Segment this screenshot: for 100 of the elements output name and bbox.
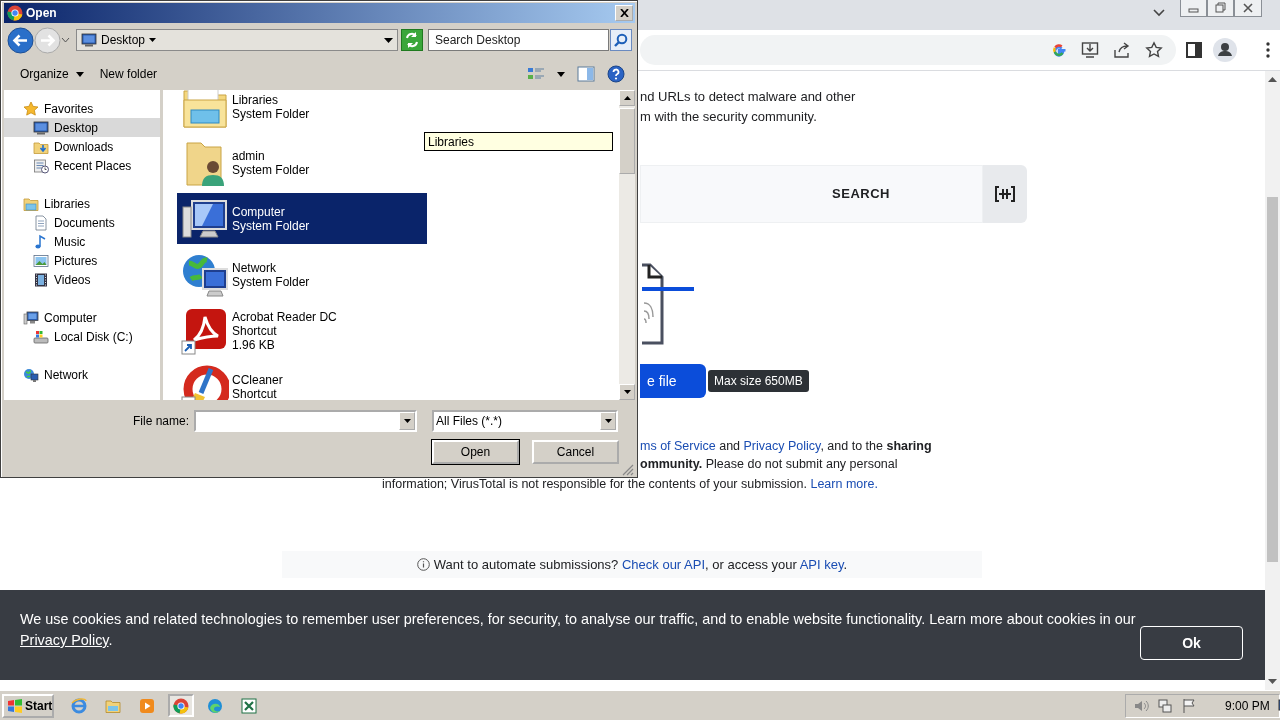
picture-icon xyxy=(33,252,49,269)
drive-icon xyxy=(33,328,49,345)
browser-logo-icon xyxy=(7,5,23,21)
text-link[interactable]: ms of Service xyxy=(640,439,716,453)
avatar-icon[interactable] xyxy=(1213,38,1237,62)
scroll-up-icon xyxy=(1268,76,1277,82)
library-folder-icon xyxy=(23,195,39,212)
info-icon xyxy=(416,558,430,571)
nav-item[interactable]: Local Disk (C:) xyxy=(4,327,160,346)
close-icon[interactable] xyxy=(1234,0,1262,17)
text-link[interactable]: Check our API xyxy=(621,557,706,572)
media-player-icon xyxy=(139,697,155,714)
wave-browser-icon xyxy=(207,697,223,714)
file-item[interactable]: Libraries System Folder xyxy=(177,90,427,132)
caret-icon xyxy=(149,38,157,42)
cancel-button[interactable]: Cancel xyxy=(532,440,619,464)
install-icon[interactable] xyxy=(1081,41,1099,59)
close-button[interactable] xyxy=(615,5,633,21)
nav-item[interactable]: Network xyxy=(4,365,160,384)
share-icon[interactable] xyxy=(1113,41,1131,59)
help-icon[interactable] xyxy=(607,65,625,83)
flag-icon[interactable] xyxy=(1181,697,1197,714)
nav-item[interactable]: Music xyxy=(4,232,160,251)
start-button[interactable]: Start xyxy=(2,693,54,718)
scrollbar[interactable] xyxy=(1265,71,1280,690)
dropdown-arrow-icon xyxy=(604,419,612,423)
pdf-shortcut-icon xyxy=(181,306,229,355)
file-item[interactable]: CCleaner Shortcut xyxy=(177,361,427,400)
toolbar-button[interactable]: New folder xyxy=(91,63,166,85)
field-label: File name: xyxy=(131,414,189,428)
nav-item[interactable]: Favorites xyxy=(4,99,160,118)
nav-item[interactable]: Computer xyxy=(4,308,160,327)
file-name-field[interactable] xyxy=(194,410,417,432)
star-icon[interactable] xyxy=(1145,41,1163,59)
computer-icon xyxy=(23,309,39,326)
search-button[interactable] xyxy=(610,29,632,51)
ok-button[interactable]: Ok xyxy=(1140,626,1243,660)
text-link[interactable]: Learn more. xyxy=(810,477,878,491)
monitor-icon xyxy=(33,119,49,136)
terms-text: information; VirusTotal is not responsible for the contents of your submission. Learn more. xyxy=(382,476,878,493)
network-icon[interactable] xyxy=(1157,697,1173,714)
file-item[interactable]: Computer System Folder xyxy=(177,193,427,244)
resize-grip-icon[interactable] xyxy=(622,464,634,476)
close-icon xyxy=(619,9,629,17)
monitor-icon xyxy=(81,32,97,48)
windows-flag-icon xyxy=(7,698,23,713)
search-tab[interactable]: SEARCH xyxy=(830,181,892,207)
file-type-dropdown[interactable]: All Files (*.*) xyxy=(432,410,618,432)
taskbar-button[interactable] xyxy=(168,694,194,717)
api-text: Want to automate submissions? Check our API, or access your API key. xyxy=(433,557,848,572)
search-field[interactable]: Search Desktop xyxy=(428,29,609,51)
nav-item[interactable]: Videos xyxy=(4,270,160,289)
file-item[interactable]: Acrobat Reader DC Shortcut 1.96 KB xyxy=(177,305,427,356)
restore-icon[interactable] xyxy=(1207,0,1234,17)
nav-item[interactable]: Recent Places xyxy=(4,156,160,175)
clock[interactable]: 9:00 PM xyxy=(1225,698,1270,713)
back-icon[interactable] xyxy=(7,26,34,54)
upload-button[interactable]: e file xyxy=(640,364,706,398)
dropdown-arrow-icon[interactable] xyxy=(384,37,393,43)
view-icon[interactable] xyxy=(527,66,545,82)
preview-pane-icon[interactable] xyxy=(577,66,595,82)
text-link[interactable]: Privacy Policy xyxy=(20,632,109,648)
body-text: m with the security community. xyxy=(640,108,817,126)
scroll-thumb[interactable] xyxy=(619,108,635,174)
nav-item[interactable]: Documents xyxy=(4,213,160,232)
address-bar[interactable]: Desktop xyxy=(76,29,398,51)
menu-icon[interactable] xyxy=(1266,42,1270,58)
spreadsheet-icon xyxy=(241,697,257,714)
open-button[interactable]: Open xyxy=(432,440,519,464)
scroll-down-icon xyxy=(1268,679,1277,685)
nav-item[interactable]: Desktop xyxy=(4,118,160,137)
nav-item[interactable]: Libraries xyxy=(4,194,160,213)
text-link[interactable]: API key xyxy=(799,557,844,572)
menu-button[interactable]: Organize xyxy=(12,63,92,85)
window-title: Open xyxy=(26,6,58,20)
scrollbar[interactable] xyxy=(619,90,635,400)
folder-icon xyxy=(105,697,121,714)
search-icon xyxy=(614,33,628,47)
nav-item[interactable]: Downloads xyxy=(4,137,160,156)
file-item[interactable]: Network System Folder xyxy=(177,249,427,300)
dropdown-arrow-icon xyxy=(403,419,411,423)
globe-monitor-icon xyxy=(23,366,39,383)
web-browser-icon xyxy=(71,697,87,714)
nav-item[interactable]: Pictures xyxy=(4,251,160,270)
g-logo-icon[interactable] xyxy=(1051,42,1067,58)
document-clock-icon xyxy=(33,157,49,174)
chevron-down-icon[interactable] xyxy=(1153,9,1165,17)
intelligence-button[interactable] xyxy=(983,165,1027,223)
size-tooltip: Max size 650MB xyxy=(708,370,809,392)
terms-text: ms of Service and Privacy Policy, and to the sharing xyxy=(640,438,932,455)
scroll-thumb[interactable] xyxy=(1267,197,1278,562)
cookie-text: We use cookies and related technologies to remember user preferences, for security, to analyse our traffic, and to enable website functionality. Learn more about cookies in our xyxy=(20,610,1137,629)
bracket-icon xyxy=(992,183,1018,205)
file-item[interactable]: admin System Folder xyxy=(177,137,427,188)
body-text: nd URLs to detect malware and other xyxy=(640,88,856,106)
refresh-icon[interactable] xyxy=(401,29,423,51)
film-icon xyxy=(33,271,49,288)
terms-text: ommunity. Please do not submit any personal xyxy=(640,456,898,473)
minimize-icon[interactable] xyxy=(1180,0,1207,17)
side-panel-icon[interactable] xyxy=(1186,42,1202,58)
